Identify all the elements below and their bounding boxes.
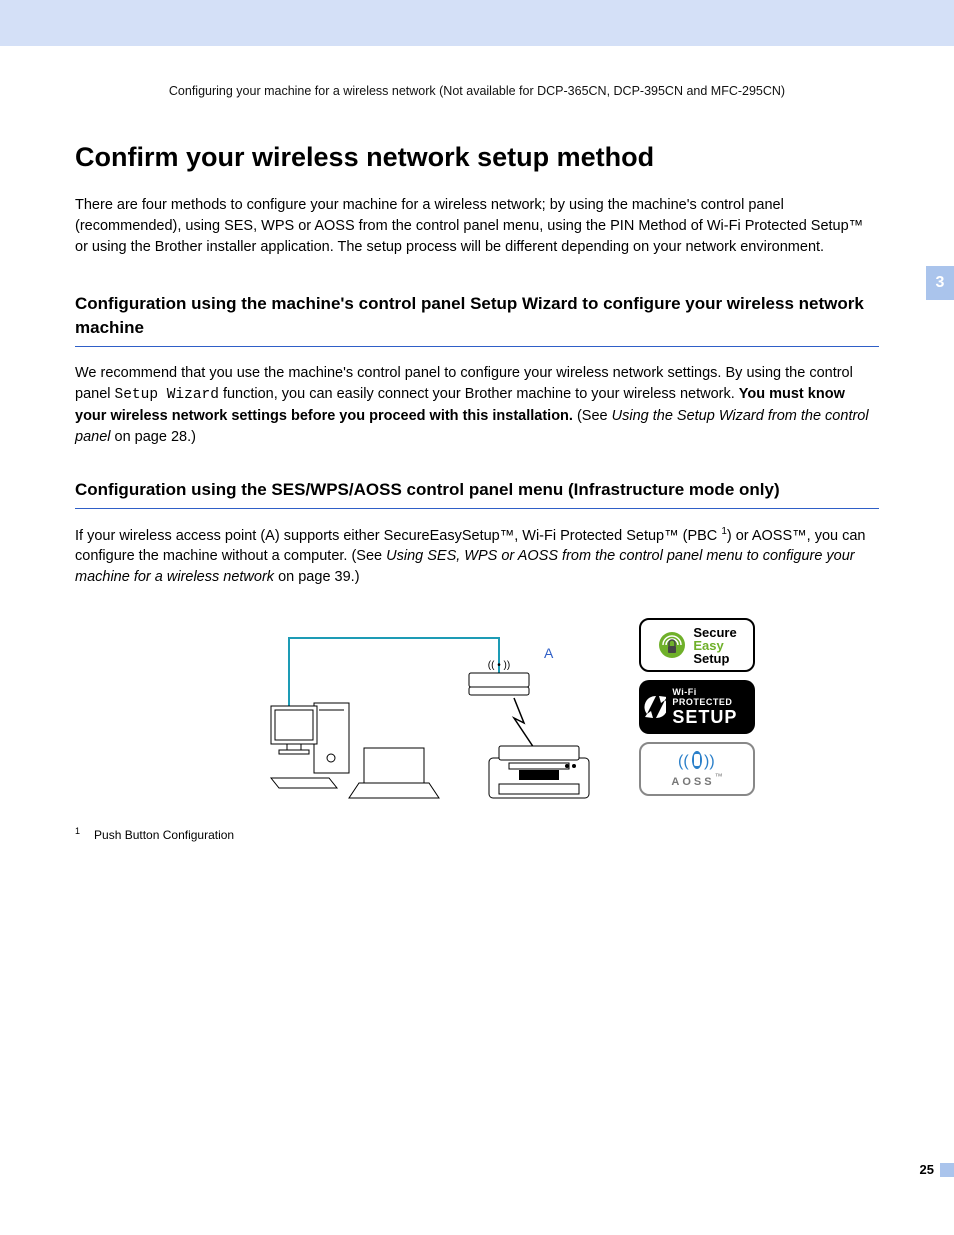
text: Secure xyxy=(693,626,736,639)
aoss-logo: (( )) AOSS™ xyxy=(639,742,755,796)
section2-heading: Configuration using the SES/WPS/AOSS con… xyxy=(75,478,879,509)
text: function, you can easily connect your Br… xyxy=(219,386,739,402)
intro-paragraph: There are four methods to configure your… xyxy=(75,195,879,258)
label-a: A xyxy=(544,645,554,661)
section1-body: We recommend that you use the machine's … xyxy=(75,363,879,448)
wifi-protected-setup-logo: Wi-Fi PROTECTED SETUP xyxy=(639,680,755,734)
footnote: 1 Push Button Configuration xyxy=(75,826,879,842)
header-bar xyxy=(0,0,954,46)
text: Setup xyxy=(693,652,736,665)
page-number: 25 xyxy=(920,1162,934,1177)
text: AOSS xyxy=(671,776,714,788)
text: Wi-Fi PROTECTED xyxy=(672,687,751,707)
svg-text:((: (( xyxy=(678,753,689,770)
wifi-icon: (( • )) xyxy=(488,660,510,671)
page-content: Configuring your machine for a wireless … xyxy=(0,46,954,842)
text: SETUP xyxy=(672,707,751,728)
chapter-tab: 3 xyxy=(926,266,954,300)
tm-symbol: ™ xyxy=(715,772,723,781)
logo-stack: Secure Easy Setup Wi-Fi PROTECTED SETUP xyxy=(639,618,755,808)
section2-body: If your wireless access point (A) suppor… xyxy=(75,525,879,589)
text: on page 28.) xyxy=(110,429,195,445)
footnote-text: Push Button Configuration xyxy=(94,828,234,842)
diagram-row: (( • )) A xyxy=(75,618,879,808)
page-accent xyxy=(940,1163,954,1177)
secure-easy-setup-logo: Secure Easy Setup xyxy=(639,618,755,672)
aoss-icon: (( )) xyxy=(670,748,724,770)
footnote-marker: 1 xyxy=(75,826,80,836)
ses-icon xyxy=(657,630,687,660)
text: If your wireless access point (A) suppor… xyxy=(75,527,721,543)
svg-text:)): )) xyxy=(704,753,715,770)
network-diagram: (( • )) A xyxy=(199,618,619,808)
text: Easy xyxy=(693,639,736,652)
breadcrumb: Configuring your machine for a wireless … xyxy=(75,84,879,98)
ses-text: Secure Easy Setup xyxy=(693,626,736,665)
text: (See xyxy=(573,408,612,424)
page-number-bar: 25 xyxy=(920,1162,954,1177)
wps-arrows-icon xyxy=(643,694,666,720)
mono-text: Setup Wizard xyxy=(115,387,219,403)
text: on page 39.) xyxy=(274,569,359,585)
section1-heading: Configuration using the machine's contro… xyxy=(75,292,879,347)
page-title: Confirm your wireless network setup meth… xyxy=(75,142,879,173)
